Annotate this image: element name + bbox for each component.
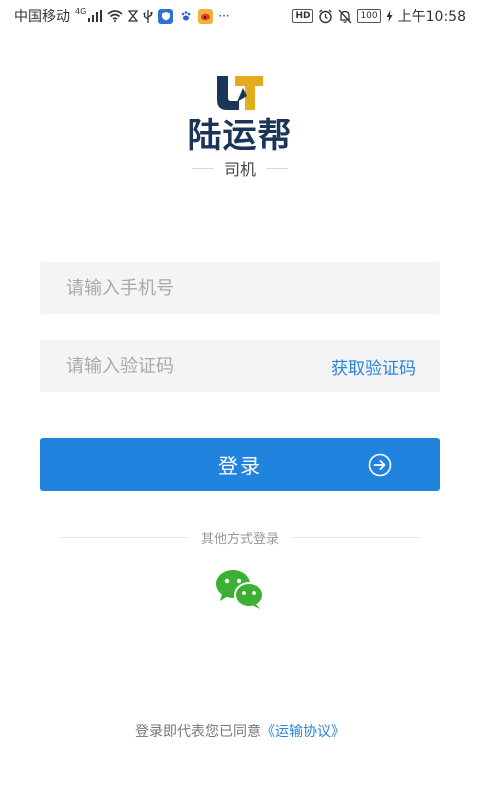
agreement-link[interactable]: 《运输协议》	[261, 724, 345, 740]
other-login-label: 其他方式登录	[201, 532, 280, 547]
role-label-row: 司机	[0, 156, 480, 180]
shield-app-icon	[158, 8, 174, 24]
other-login-divider: 其他方式登录	[60, 528, 421, 547]
carrier-name: 中国移动	[14, 9, 70, 25]
phone-input[interactable]	[64, 276, 416, 300]
hourglass-icon	[128, 10, 139, 22]
wifi-icon	[107, 10, 123, 22]
verification-code-input[interactable]	[64, 354, 331, 378]
arrow-right-circle-icon	[368, 453, 392, 477]
divider	[191, 167, 214, 169]
role-label: 司机	[223, 160, 256, 179]
divider	[266, 167, 288, 169]
alarm-icon	[319, 8, 333, 23]
agreement-text: 登录即代表您已同意《运输协议》	[0, 721, 480, 741]
status-bar-left: 中国移动 4G ···	[14, 6, 230, 26]
wechat-login-icon[interactable]	[214, 568, 266, 610]
brand-logo-icon	[217, 76, 263, 110]
weibo-icon	[198, 8, 214, 24]
clock-time: 上午10:58	[397, 9, 466, 25]
login-button-label: 登录	[218, 454, 262, 478]
mute-bell-icon	[338, 9, 352, 23]
charging-icon	[386, 10, 393, 22]
divider	[60, 537, 189, 538]
usb-icon	[143, 9, 153, 23]
status-bar: 中国移动 4G ··· HD 100 上午10:58	[0, 0, 480, 32]
network-type: 4G	[75, 6, 87, 16]
login-screen: 中国移动 4G ··· HD 100 上午10:58 陆运帮 司机 请输入手机号…	[0, 0, 480, 800]
signal-icon	[88, 10, 103, 22]
more-notifications-icon: ···	[218, 9, 230, 23]
status-bar-right: HD 100 上午10:58	[292, 6, 466, 26]
get-code-button[interactable]: 获取验证码	[331, 354, 416, 379]
hd-badge: HD	[292, 9, 314, 23]
baidu-paw-icon	[178, 8, 194, 24]
brand-name: 陆运帮	[187, 116, 293, 156]
agreement-prefix: 登录即代表您已同意	[135, 724, 261, 740]
divider	[291, 537, 421, 538]
login-button[interactable]: 登录	[40, 438, 440, 491]
code-field[interactable]: 获取验证码	[40, 340, 440, 392]
battery-indicator: 100	[357, 9, 381, 23]
phone-field[interactable]	[40, 262, 440, 314]
